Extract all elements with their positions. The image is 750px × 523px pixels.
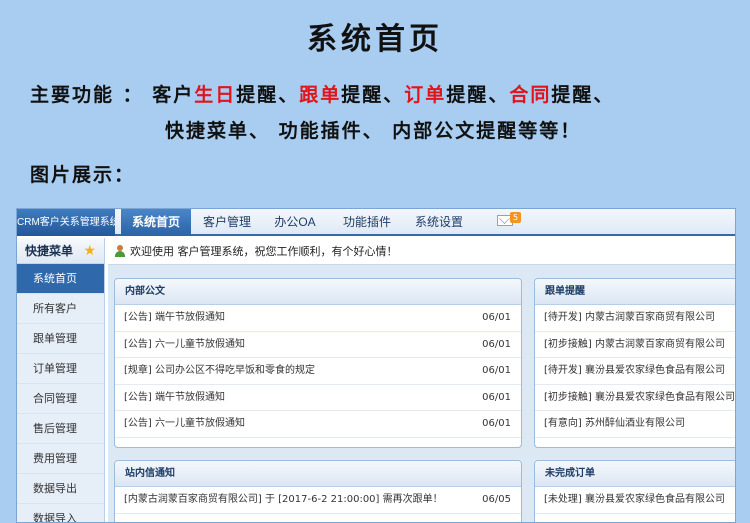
list-item[interactable]: [公告] 六一儿童节放假通知 06/01 [115,332,521,358]
sidebar-item-orders[interactable]: 订单管理 [17,354,104,384]
features-line-1: 主要功能 ： 客户生日提醒、跟单提醒、订单提醒、合同提醒、 [30,80,614,107]
sidebar-header-label: 快捷菜单 [25,244,74,258]
panel-messages: 站内信通知 [内蒙古润蒙百家商贸有限公司] 于 [2017-6-2 21:00:… [114,460,522,522]
feature-seg: 提醒、 [551,84,615,106]
feature-seg: 提醒、 [341,84,405,106]
sidebar-item-all-customers[interactable]: 所有客户 [17,294,104,324]
sidebar-item-after-sales[interactable]: 售后管理 [17,414,104,444]
sidebar-item-data-import[interactable]: 数据导入 [17,504,104,522]
feature-highlight: 跟单 [299,84,342,106]
user-icon [114,245,126,257]
doc-date: 06/01 [482,418,511,429]
panel-title: 内部公文 [115,279,521,305]
feature-highlight: 合同 [509,84,552,106]
panel-followup-reminders: 跟单提醒 [待开发] 内蒙古润蒙百家商贸有限公司 [初步接触] 内蒙古润蒙百家商… [534,278,735,448]
features-line-2: 快捷菜单、 功能插件、 内部公文提醒等等！ [165,120,582,142]
list-item[interactable]: [待开发] 内蒙古润蒙百家商贸有限公司 [535,305,735,332]
doc-title: [公告] 六一儿童节放假通知 [124,338,245,350]
doc-date: 06/01 [482,365,511,376]
list-item[interactable]: [公告] 端午节放假通知 06/01 [115,385,521,411]
list-item[interactable]: [规章] 公司办公区不得吃早饭和零食的规定 06/01 [115,358,521,385]
feature-seg: 提醒、 [236,84,300,106]
list-item[interactable]: [内蒙古润蒙百家商贸有限公司] 于 [2017-6-2 21:00:00] 需再… [115,487,521,514]
list-item[interactable]: [初步接触] 内蒙古润蒙百家商贸有限公司 [535,332,735,358]
sidebar-item-home[interactable]: 系统首页 [17,264,104,294]
panel-title: 跟单提醒 [535,279,735,305]
feature-seg: 提醒、 [446,84,510,106]
welcome-bar: 欢迎使用 客户管理系统，祝您工作顺利，有个好心情！ [108,238,735,265]
system-name: CRM客户关系管理系统 [17,209,115,236]
doc-date: 06/01 [482,312,511,323]
panel-pending-orders: 未完成订单 [未处理] 襄汾县爱农家绿色食品有限公司 [534,460,735,522]
message-text: [内蒙古润蒙百家商贸有限公司] 于 [2017-6-2 21:00:00] 需再… [124,494,443,505]
mail-count-badge: 5 [510,212,521,223]
panel-title: 未完成订单 [535,461,735,487]
sidebar-item-followup[interactable]: 跟单管理 [17,324,104,354]
welcome-text: 欢迎使用 客户管理系统，祝您工作顺利，有个好心情！ [130,245,398,258]
sidebar: 快捷菜单 ★ 系统首页 所有客户 跟单管理 订单管理 合同管理 售后管理 费用管… [17,238,105,522]
list-item[interactable]: [未处理] 襄汾县爱农家绿色食品有限公司 [535,487,735,514]
top-nav: CRM客户关系管理系统 系统首页 客户管理 办公OA 功能插件 系统设置 5 [17,209,735,236]
showcase-label: 图片展示： [30,164,136,186]
doc-title: [公告] 端午节放假通知 [124,312,225,323]
tab-home[interactable]: 系统首页 [121,209,191,236]
star-icon: ★ [83,243,96,259]
feature-highlight: 生日 [194,84,237,106]
message-date: 06/05 [482,494,511,505]
list-item[interactable]: [有意向] 苏州醉仙酒业有限公司 [535,411,735,438]
tab-customers[interactable]: 客户管理 [195,209,259,236]
sidebar-item-expenses[interactable]: 费用管理 [17,444,104,474]
main-content: 欢迎使用 客户管理系统，祝您工作顺利，有个好心情！ 内部公文 [公告] 端午节放… [108,238,735,522]
list-item[interactable]: [待开发] 襄汾县爱农家绿色食品有限公司 [535,358,735,385]
doc-title: [公告] 六一儿童节放假通知 [124,418,245,429]
sidebar-header: 快捷菜单 ★ [17,238,104,264]
list-item[interactable]: [公告] 端午节放假通知 06/01 [115,305,521,332]
doc-title: [公告] 端午节放假通知 [124,391,225,403]
doc-date: 06/01 [482,338,511,350]
tab-office-oa[interactable]: 办公OA [265,209,325,236]
list-item[interactable]: [初步接触] 襄汾县爱农家绿色食品有限公司 [535,385,735,411]
tab-settings[interactable]: 系统设置 [407,209,471,236]
tab-plugins[interactable]: 功能插件 [335,209,399,236]
list-item[interactable]: [公告] 六一儿童节放假通知 06/01 [115,411,521,438]
sidebar-item-data-export[interactable]: 数据导出 [17,474,104,504]
feature-highlight: 订单 [404,84,447,106]
banner-title: 系统首页 [307,22,443,57]
sidebar-item-contracts[interactable]: 合同管理 [17,384,104,414]
doc-date: 06/01 [482,391,511,403]
panel-title: 站内信通知 [115,461,521,487]
feature-seg: 主要功能 ： 客户 [30,84,195,106]
crm-app-screenshot: CRM客户关系管理系统 系统首页 客户管理 办公OA 功能插件 系统设置 5 快… [16,208,736,523]
panel-internal-docs: 内部公文 [公告] 端午节放假通知 06/01 [公告] 六一儿童节放假通知 06/… [114,278,522,448]
doc-title: [规章] 公司办公区不得吃早饭和零食的规定 [124,365,315,376]
